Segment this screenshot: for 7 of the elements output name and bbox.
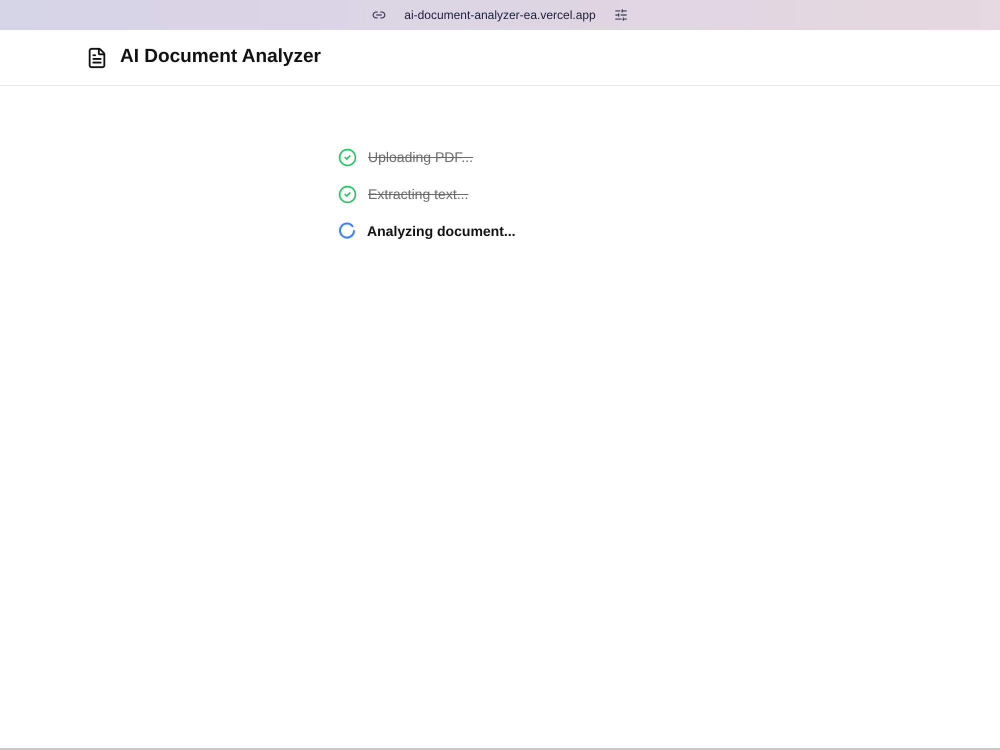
step-label: Uploading PDF... — [368, 148, 474, 167]
step-label: Extracting text... — [368, 185, 468, 204]
url-text[interactable]: ai-document-analyzer-ea.vercel.app — [400, 6, 600, 24]
document-icon — [86, 46, 108, 68]
app-title: AI Document Analyzer — [120, 45, 321, 70]
sliders-icon[interactable] — [614, 8, 628, 22]
step-label: Analyzing document... — [367, 222, 516, 241]
